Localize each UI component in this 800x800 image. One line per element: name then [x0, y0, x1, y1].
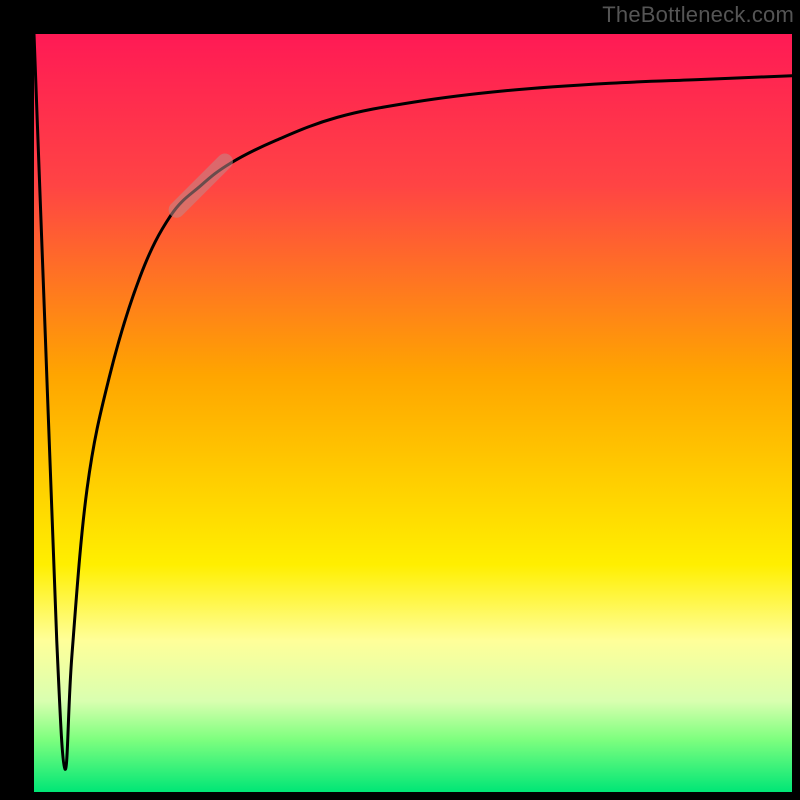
watermark-text: TheBottleneck.com: [602, 2, 794, 28]
gradient-background: [34, 34, 792, 792]
plot-area: [34, 34, 792, 792]
gradient-plot-svg: [34, 34, 792, 792]
chart-frame: TheBottleneck.com: [0, 0, 800, 800]
